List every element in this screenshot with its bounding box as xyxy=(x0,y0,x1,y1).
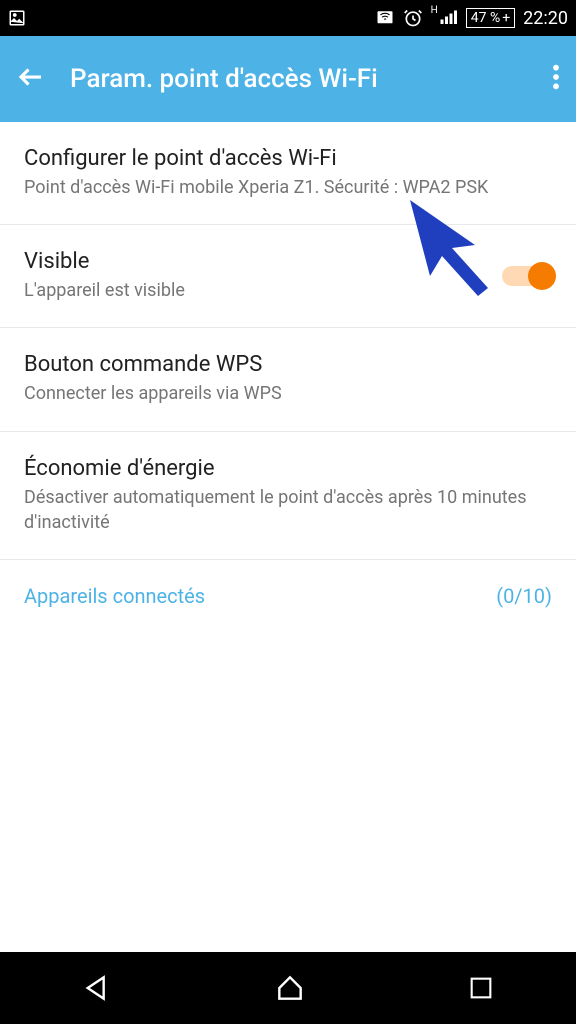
connected-devices-item[interactable]: Appareils connectés (0/10) xyxy=(0,560,576,632)
network-type: H xyxy=(431,5,438,16)
signal-icon: H xyxy=(431,9,458,27)
status-bar: H 47 % + 22:20 xyxy=(0,0,576,36)
more-menu-button[interactable] xyxy=(552,63,560,95)
navigation-bar xyxy=(0,952,576,1024)
configure-hotspot-item[interactable]: Configurer le point d'accès Wi-Fi Point … xyxy=(0,122,576,225)
nav-recent-button[interactable] xyxy=(467,974,495,1002)
visible-toggle[interactable] xyxy=(502,266,552,286)
battery-indicator: 47 % + xyxy=(466,8,515,28)
powersave-item[interactable]: Économie d'énergie Désactiver automatiqu… xyxy=(0,432,576,560)
wps-item[interactable]: Bouton commande WPS Connecter les appare… xyxy=(0,328,576,431)
charging-icon: + xyxy=(502,10,510,26)
setting-title: Bouton commande WPS xyxy=(24,352,552,377)
back-button[interactable] xyxy=(16,62,46,96)
connected-devices-label: Appareils connectés xyxy=(24,584,205,608)
setting-subtitle: L'appareil est visible xyxy=(24,278,185,303)
connected-devices-count: (0/10) xyxy=(496,584,552,608)
picture-icon xyxy=(8,9,26,27)
app-bar: Param. point d'accès Wi-Fi xyxy=(0,36,576,122)
alarm-icon xyxy=(403,8,423,28)
toggle-knob xyxy=(528,262,556,290)
clock: 22:20 xyxy=(523,8,568,29)
setting-subtitle: Point d'accès Wi-Fi mobile Xperia Z1. Sé… xyxy=(24,175,552,200)
page-title: Param. point d'accès Wi-Fi xyxy=(70,64,544,94)
setting-subtitle: Connecter les appareils via WPS xyxy=(24,381,552,406)
settings-list: Configurer le point d'accès Wi-Fi Point … xyxy=(0,122,576,632)
setting-title: Économie d'énergie xyxy=(24,456,552,481)
visible-item[interactable]: Visible L'appareil est visible xyxy=(0,225,576,328)
wifi-icon xyxy=(375,9,395,27)
nav-home-button[interactable] xyxy=(274,972,306,1004)
setting-title: Visible xyxy=(24,249,185,274)
battery-percent: 47 % xyxy=(471,10,500,26)
setting-subtitle: Désactiver automatiquement le point d'ac… xyxy=(24,485,552,535)
nav-back-button[interactable] xyxy=(81,972,113,1004)
setting-title: Configurer le point d'accès Wi-Fi xyxy=(24,146,552,171)
